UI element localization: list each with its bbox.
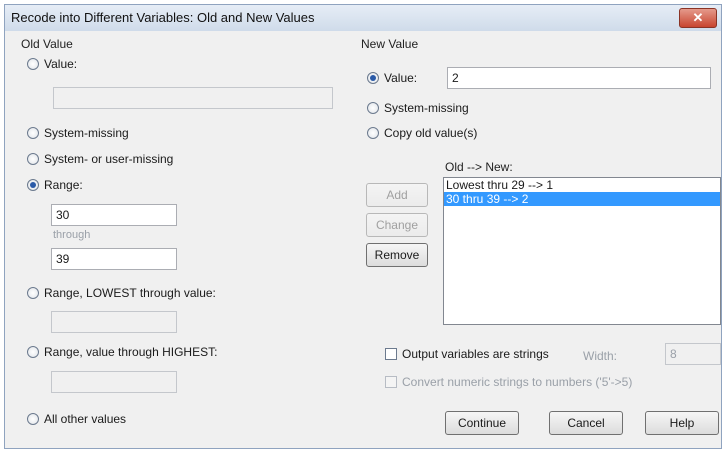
new-system-missing-radio[interactable]: System-missing bbox=[367, 101, 469, 115]
radio-circle bbox=[367, 127, 379, 139]
range-lowest-label: Range, LOWEST through value: bbox=[44, 286, 216, 300]
radio-circle-selected bbox=[27, 179, 39, 191]
old-system-user-missing-label: System- or user-missing bbox=[44, 152, 174, 166]
range-from-input[interactable]: 30 bbox=[51, 204, 177, 226]
mapping-label: Old --> New: bbox=[445, 160, 513, 174]
continue-button[interactable]: Continue bbox=[445, 411, 519, 435]
radio-circle-selected bbox=[367, 72, 379, 84]
window-title: Recode into Different Variables: Old and… bbox=[11, 10, 315, 25]
close-button[interactable]: ✕ bbox=[679, 8, 717, 28]
old-system-missing-radio[interactable]: System-missing bbox=[27, 126, 129, 140]
new-value-radio[interactable]: Value: bbox=[367, 71, 417, 85]
convert-numeric-checkbox[interactable]: Convert numeric strings to numbers ('5'-… bbox=[385, 375, 632, 389]
radio-circle bbox=[27, 153, 39, 165]
old-value-radio[interactable]: Value: bbox=[27, 57, 77, 71]
output-strings-checkbox[interactable]: Output variables are strings bbox=[385, 347, 549, 361]
copy-old-value-radio[interactable]: Copy old value(s) bbox=[367, 126, 477, 140]
old-value-radio-label: Value: bbox=[44, 57, 78, 71]
range-lowest-radio[interactable]: Range, LOWEST through value: bbox=[27, 286, 216, 300]
radio-circle bbox=[27, 346, 39, 358]
list-item[interactable]: 30 thru 39 --> 2 bbox=[444, 192, 720, 206]
old-value-input[interactable] bbox=[53, 87, 333, 109]
cancel-button[interactable]: Cancel bbox=[549, 411, 623, 435]
radio-circle bbox=[27, 58, 39, 70]
title-bar: Recode into Different Variables: Old and… bbox=[5, 5, 721, 31]
old-system-user-missing-radio[interactable]: System- or user-missing bbox=[27, 152, 173, 166]
add-button[interactable]: Add bbox=[366, 183, 428, 207]
range-to-input[interactable]: 39 bbox=[51, 248, 177, 270]
mapping-listbox[interactable]: Lowest thru 29 --> 1 30 thru 39 --> 2 bbox=[443, 177, 721, 325]
remove-button[interactable]: Remove bbox=[366, 243, 428, 267]
old-range-label: Range: bbox=[44, 178, 83, 192]
new-system-missing-label: System-missing bbox=[384, 101, 469, 115]
new-value-radio-label: Value: bbox=[384, 71, 418, 85]
old-value-group: Old Value Value: System-missing System- … bbox=[17, 35, 345, 440]
old-value-label: Old Value bbox=[21, 37, 73, 51]
new-value-label: New Value bbox=[361, 37, 419, 51]
radio-circle bbox=[367, 102, 379, 114]
list-item[interactable]: Lowest thru 29 --> 1 bbox=[444, 178, 720, 192]
radio-circle bbox=[27, 413, 39, 425]
all-other-values-radio[interactable]: All other values bbox=[27, 412, 126, 426]
copy-old-value-label: Copy old value(s) bbox=[384, 126, 478, 140]
convert-numeric-label: Convert numeric strings to numbers ('5'-… bbox=[402, 375, 633, 389]
all-other-values-label: All other values bbox=[44, 412, 127, 426]
old-range-radio[interactable]: Range: bbox=[27, 178, 83, 192]
new-value-group: New Value Value: 2 System-missing Copy o… bbox=[357, 35, 713, 145]
radio-circle bbox=[27, 127, 39, 139]
checkbox-box bbox=[385, 348, 397, 360]
width-input[interactable]: 8 bbox=[665, 343, 721, 365]
range-highest-input[interactable] bbox=[51, 371, 177, 393]
change-button[interactable]: Change bbox=[366, 213, 428, 237]
width-label: Width: bbox=[583, 349, 618, 363]
new-value-input[interactable]: 2 bbox=[447, 67, 711, 89]
checkbox-box bbox=[385, 376, 397, 388]
old-system-missing-label: System-missing bbox=[44, 126, 129, 140]
range-highest-radio[interactable]: Range, value through HIGHEST: bbox=[27, 345, 217, 359]
range-highest-label: Range, value through HIGHEST: bbox=[44, 345, 218, 359]
range-lowest-input[interactable] bbox=[51, 311, 177, 333]
radio-circle bbox=[27, 287, 39, 299]
through-label: through bbox=[53, 229, 91, 241]
help-button[interactable]: Help bbox=[645, 411, 719, 435]
output-strings-label: Output variables are strings bbox=[402, 347, 549, 361]
recode-dialog: Recode into Different Variables: Old and… bbox=[4, 4, 722, 449]
